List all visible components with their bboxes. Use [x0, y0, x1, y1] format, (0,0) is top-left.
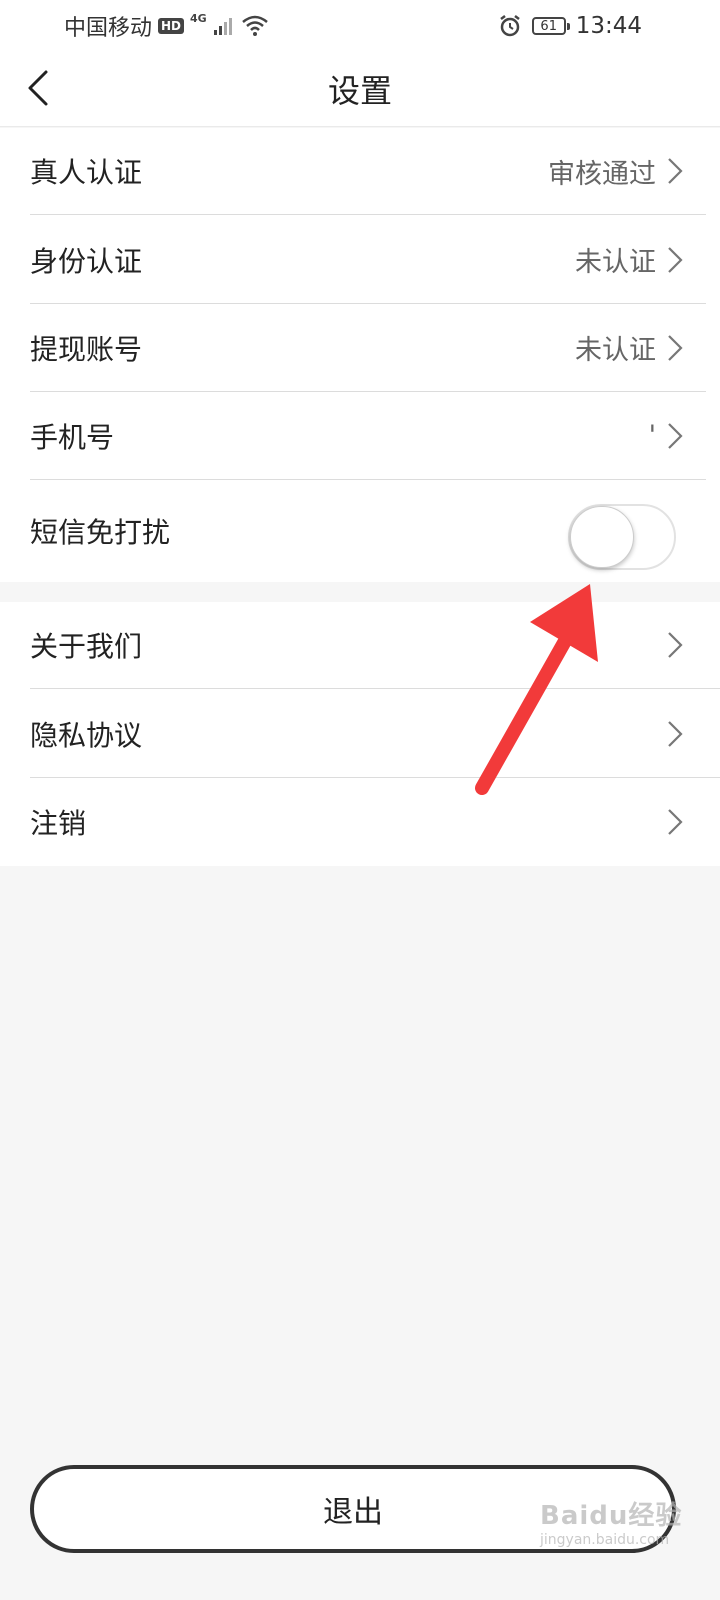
row-value: 未认证 [575, 247, 656, 278]
chevron-right-icon [666, 333, 688, 363]
row-label: 真人认证 [30, 156, 143, 189]
clock: 13:44 [575, 13, 642, 39]
watermark-url: jingyan.baidu.com [540, 1532, 670, 1548]
row-value: ' [648, 420, 656, 451]
status-right: 61 13:44 [498, 10, 642, 42]
chevron-right-icon [666, 156, 688, 186]
chevron-right-icon [666, 421, 688, 451]
toggle-knob [570, 506, 634, 568]
row-value: 审核通过 [548, 158, 656, 190]
alarm-icon [499, 15, 520, 37]
settings-group-account: 真人认证 审核通过 身份认证 未认证 提现账号 未认证 手机号 ' 短信免打扰 [0, 128, 720, 582]
row-deregister[interactable]: 注销 [30, 778, 720, 866]
row-label: 提现账号 [30, 332, 143, 366]
page-title: 设置 [327, 72, 392, 110]
carrier-name: 中国移动 [64, 16, 153, 41]
row-value: 未认证 [575, 335, 656, 366]
row-sms-dnd: 短信免打扰 [30, 480, 720, 582]
row-withdraw-account[interactable]: 提现账号 未认证 [30, 304, 706, 392]
row-label: 身份认证 [30, 244, 143, 278]
settings-group-about: 关于我们 隐私协议 注销 [0, 602, 720, 866]
row-privacy-policy[interactable]: 隐私协议 [30, 690, 720, 778]
sms-dnd-toggle[interactable] [568, 504, 676, 570]
signal-icon [213, 18, 232, 35]
watermark-logo: Baidu经验 [540, 1501, 683, 1531]
status-bar: 中国移动 HD 4G 61 13:44 [0, 0, 720, 52]
row-phone-number[interactable]: 手机号 ' [30, 392, 706, 480]
row-label: 手机号 [30, 420, 115, 454]
battery-icon: 61 [531, 17, 570, 35]
network-type: 4G [190, 11, 207, 25]
wifi-icon [241, 15, 268, 36]
chevron-right-icon [666, 630, 688, 660]
chevron-right-icon [666, 245, 688, 275]
row-real-person-verify[interactable]: 真人认证 审核通过 [30, 128, 706, 215]
status-left: 中国移动 HD 4G [64, 10, 269, 42]
chevron-right-icon [666, 807, 688, 837]
row-label: 关于我们 [30, 630, 143, 663]
battery-level: 61 [540, 18, 557, 34]
row-label: 隐私协议 [30, 718, 143, 752]
row-identity-verify[interactable]: 身份认证 未认证 [30, 216, 706, 304]
chevron-right-icon [666, 719, 688, 749]
nav-bar: 设置 [0, 52, 720, 127]
row-about-us[interactable]: 关于我们 [30, 602, 720, 689]
row-label: 注销 [30, 807, 87, 840]
hd-badge: HD [158, 18, 185, 34]
